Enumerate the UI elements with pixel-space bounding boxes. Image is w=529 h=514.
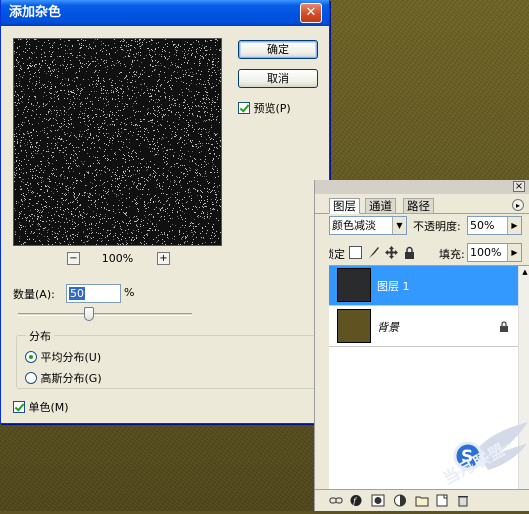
preview-checkbox[interactable] bbox=[238, 102, 250, 114]
fill-label: 填充: bbox=[439, 248, 465, 261]
panel-menu-button[interactable]: ▸ bbox=[512, 199, 524, 211]
gaussian-label: 高斯分布(G) bbox=[40, 372, 102, 385]
lock-label: 锁定: bbox=[329, 248, 345, 261]
add-mask-icon[interactable] bbox=[371, 494, 385, 507]
uniform-label: 平均分布(U) bbox=[40, 351, 102, 364]
layer-name: 背景 bbox=[377, 321, 399, 334]
layer-row-layer1[interactable]: 图层 1 bbox=[329, 266, 529, 306]
tab-paths[interactable]: 路径 bbox=[403, 198, 434, 214]
add-noise-dialog: 添加杂色 ✕ − 100% + 确定 取消 预览(P) 数量(A): 50 % … bbox=[0, 0, 330, 424]
distribution-title: 分布 bbox=[26, 328, 54, 344]
opacity-input[interactable]: 50% ▶ bbox=[467, 216, 522, 235]
gaussian-option[interactable]: 高斯分布(G) bbox=[25, 370, 102, 386]
lock-all-icon[interactable] bbox=[403, 246, 416, 259]
opacity-label: 不透明度: bbox=[413, 220, 461, 233]
lock-transparent-icon[interactable] bbox=[349, 246, 362, 259]
fill-value: 100% bbox=[470, 246, 502, 259]
amount-input[interactable]: 50 bbox=[66, 284, 121, 303]
lock-icon bbox=[500, 321, 508, 332]
panel-close-button[interactable]: × bbox=[513, 181, 525, 192]
panel-tabs: 图层 通道 路径 ▸ bbox=[315, 196, 529, 214]
noise-preview bbox=[14, 39, 221, 245]
mono-checkbox-row[interactable]: 单色(M) bbox=[13, 399, 69, 415]
mono-checkbox[interactable] bbox=[13, 401, 25, 413]
fill-input[interactable]: 100% ▶ bbox=[467, 243, 522, 262]
dialog-title: 添加杂色 bbox=[9, 5, 62, 20]
tab-channels[interactable]: 通道 bbox=[365, 198, 396, 214]
amount-value: 50 bbox=[69, 287, 85, 300]
chevron-right-icon: ▶ bbox=[507, 244, 521, 261]
ok-button[interactable]: 确定 bbox=[238, 40, 318, 59]
amount-unit: % bbox=[124, 286, 135, 299]
lock-move-icon[interactable] bbox=[385, 246, 398, 259]
cancel-button[interactable]: 取消 bbox=[238, 69, 318, 88]
zoom-controls: − 100% + bbox=[13, 252, 222, 266]
blend-mode-value: 颜色减淡 bbox=[332, 219, 376, 232]
scroll-up-icon[interactable]: ▲ bbox=[520, 267, 529, 277]
uniform-option[interactable]: 平均分布(U) bbox=[25, 349, 101, 365]
amount-slider-track[interactable] bbox=[18, 313, 192, 316]
lock-brush-icon[interactable] bbox=[367, 246, 380, 259]
layer-thumbnail bbox=[337, 268, 371, 302]
layer-row-background[interactable]: 背景 bbox=[329, 307, 529, 347]
preview-label: 预览(P) bbox=[253, 102, 291, 115]
mono-label: 单色(M) bbox=[28, 401, 69, 414]
blend-mode-select[interactable]: 颜色减淡 ▼ bbox=[329, 216, 407, 235]
preview-checkbox-row[interactable]: 预览(P) bbox=[238, 100, 291, 116]
zoom-in-button[interactable]: + bbox=[157, 252, 170, 265]
adjustment-layer-icon[interactable] bbox=[393, 494, 407, 507]
opacity-value: 50% bbox=[470, 219, 495, 232]
chevron-down-icon: ▼ bbox=[392, 217, 406, 234]
watermark-logo: S 当月联盟 www.5yun.com bbox=[424, 420, 529, 511]
close-button[interactable]: ✕ bbox=[300, 3, 322, 23]
uniform-radio[interactable] bbox=[25, 351, 37, 363]
amount-label: 数量(A): bbox=[13, 288, 55, 301]
amount-slider-thumb[interactable] bbox=[84, 307, 94, 321]
layer-thumbnail bbox=[337, 309, 371, 343]
preview-image[interactable] bbox=[13, 38, 222, 246]
panel-titlebar[interactable]: × bbox=[315, 180, 529, 194]
tab-layers[interactable]: 图层 bbox=[329, 198, 360, 214]
dialog-titlebar[interactable]: 添加杂色 ✕ bbox=[1, 0, 329, 26]
chevron-right-icon: ▶ bbox=[507, 217, 521, 234]
noise-speckles bbox=[14, 39, 221, 245]
noise-speckles-dim bbox=[14, 39, 221, 245]
layer-name: 图层 1 bbox=[377, 280, 410, 293]
layer-style-icon[interactable]: f bbox=[349, 494, 363, 507]
zoom-value: 100% bbox=[101, 252, 134, 265]
gaussian-radio[interactable] bbox=[25, 372, 37, 384]
link-layers-icon[interactable] bbox=[329, 494, 343, 507]
